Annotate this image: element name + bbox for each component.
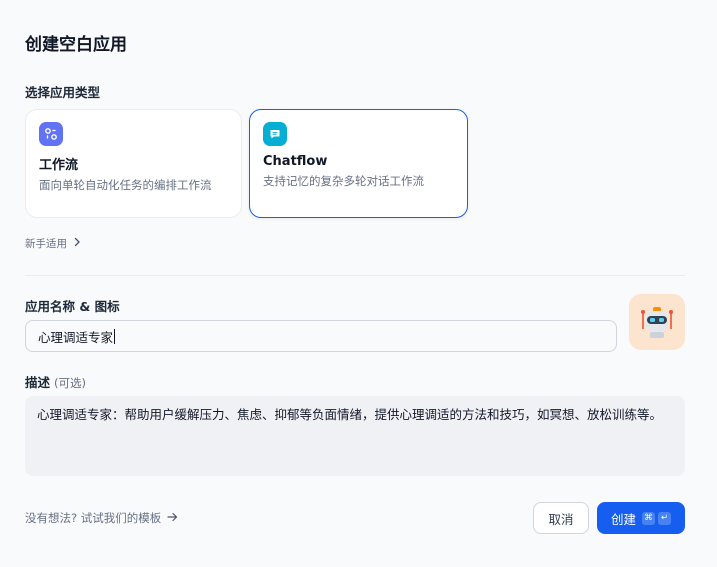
chat-bubble-icon (263, 122, 287, 146)
cancel-button-label: 取消 (548, 511, 574, 527)
enter-key-icon: ↵ (658, 511, 671, 525)
app-name-label: 应用名称 & 图标 (25, 299, 120, 314)
app-type-label: 选择应用类型 (25, 85, 101, 100)
beginner-link[interactable]: 新手适用 (25, 236, 81, 251)
app-type-card-workflow[interactable]: 工作流 面向单轮自动化任务的编排工作流 (25, 109, 242, 218)
optional-hint: (可选) (54, 376, 86, 390)
create-button[interactable]: 创建 ⌘ ↵ (597, 502, 685, 534)
text-caret (114, 328, 116, 344)
card-title: 工作流 (39, 158, 79, 173)
command-key-icon: ⌘ (642, 511, 655, 525)
card-description: 面向单轮自动化任务的编排工作流 (39, 178, 212, 192)
template-link-label: 没有想法? 试试我们的模板 (25, 511, 162, 525)
description-label: 描述 (可选) (25, 372, 86, 391)
dialog-title: 创建空白应用 (25, 35, 127, 55)
template-link[interactable]: 没有想法? 试试我们的模板 (25, 510, 178, 526)
app-icon-picker[interactable] (629, 294, 685, 350)
app-name-value: 心理调适专家 (38, 329, 114, 345)
create-button-label: 创建 (610, 511, 636, 527)
card-description: 支持记忆的复杂多轮对话工作流 (263, 174, 424, 188)
create-app-dialog: 创建空白应用 选择应用类型 工作流 面向单轮自动化任务的编排工作流 Chatfl… (0, 0, 717, 567)
cancel-button[interactable]: 取消 (533, 502, 589, 534)
section-divider (25, 275, 685, 276)
workflow-icon (39, 122, 63, 146)
description-label-text: 描述 (25, 375, 51, 390)
arrow-right-icon (167, 511, 178, 525)
shortcut-keys: ⌘ ↵ (642, 511, 671, 525)
chevron-right-icon (73, 237, 81, 250)
app-type-card-chatflow[interactable]: Chatflow 支持记忆的复杂多轮对话工作流 (249, 109, 468, 218)
card-title: Chatflow (263, 154, 328, 169)
robot-icon (641, 307, 673, 338)
description-value: 心理调适专家：帮助用户缓解压力、焦虑、抑郁等负面情绪，提供心理调适的方法和技巧，… (37, 407, 663, 422)
app-name-input[interactable]: 心理调适专家 (25, 320, 617, 352)
beginner-link-label: 新手适用 (25, 238, 67, 250)
description-textarea[interactable]: 心理调适专家：帮助用户缓解压力、焦虑、抑郁等负面情绪，提供心理调适的方法和技巧，… (25, 396, 685, 476)
